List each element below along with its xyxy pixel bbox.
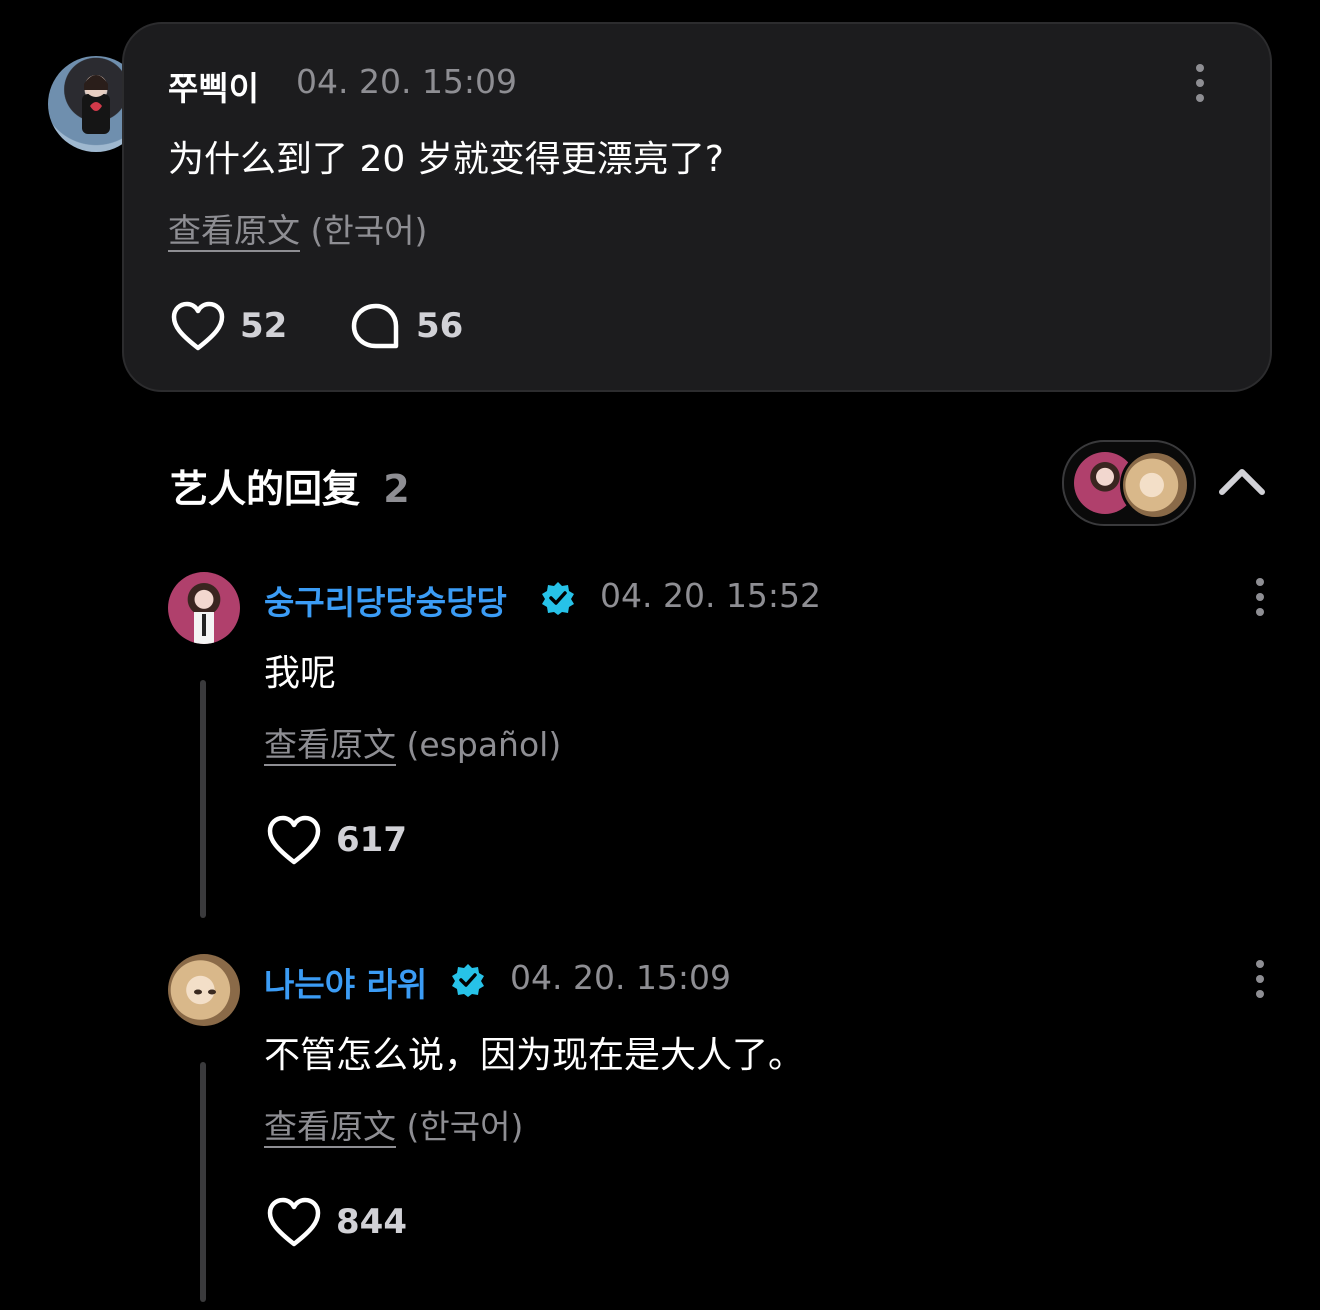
post-more-menu[interactable] — [1194, 64, 1206, 102]
more-dot-icon — [1256, 975, 1264, 983]
original-language-label: (한국어) — [310, 211, 428, 250]
original-language-label: (한국어) — [406, 1107, 524, 1146]
collapse-chevron-up-icon[interactable] — [1216, 462, 1268, 502]
reply-thread-line — [200, 1062, 206, 1302]
reply-timestamp: 04. 20. 15:52 — [600, 576, 822, 615]
more-dot-icon — [1196, 94, 1204, 102]
more-dot-icon — [1196, 79, 1204, 87]
reply-author-avatar[interactable] — [168, 954, 240, 1026]
reply-author-name[interactable]: 숭구리당당숭당당 — [264, 576, 507, 624]
artist-avatar-small — [1120, 450, 1190, 520]
reply-timestamp: 04. 20. 15:09 — [510, 958, 732, 997]
view-original-link[interactable]: 查看原文 — [264, 725, 396, 764]
heart-icon — [267, 815, 321, 865]
artist-replies-header: 艺人的回复 2 — [170, 458, 410, 513]
view-original-link[interactable]: 查看原文 — [168, 211, 300, 250]
reply-more-menu[interactable] — [1254, 960, 1266, 998]
post-comment-count: 56 — [416, 306, 464, 346]
reply-like-button[interactable] — [266, 1196, 322, 1250]
reply-thread-line — [200, 680, 206, 918]
reply-author-avatar[interactable] — [168, 572, 240, 644]
reply-author-name[interactable]: 나는야 라위 — [264, 958, 427, 1006]
reply-text: 我呢 — [264, 653, 337, 694]
heart-icon — [171, 301, 225, 351]
artist-replies-count: 2 — [383, 467, 410, 511]
view-original-link[interactable]: 查看原文 — [264, 1107, 396, 1146]
reply-translate-row: 查看原文 (한국어) — [264, 1100, 523, 1148]
heart-icon — [267, 1197, 321, 1247]
post-author-name[interactable]: 쭈삑이 — [168, 62, 259, 110]
post-like-button[interactable] — [170, 300, 226, 354]
reply-like-count: 844 — [336, 1202, 407, 1242]
post-text: 为什么到了 20 岁就变得更漂亮了? — [168, 139, 724, 180]
more-dot-icon — [1256, 578, 1264, 586]
more-dot-icon — [1256, 990, 1264, 998]
artist-replies-title: 艺人的回复 — [170, 467, 361, 511]
more-dot-icon — [1196, 64, 1204, 72]
post-timestamp: 04. 20. 15:09 — [296, 62, 518, 101]
more-dot-icon — [1256, 608, 1264, 616]
original-language-label: (español) — [406, 725, 562, 764]
more-dot-icon — [1256, 593, 1264, 601]
reply-like-count: 617 — [336, 820, 407, 860]
post-translate-row: 查看原文 (한국어) — [168, 204, 427, 252]
comment-bubble-icon — [351, 303, 399, 349]
reply-more-menu[interactable] — [1254, 578, 1266, 616]
post-comment-button[interactable] — [350, 302, 402, 352]
artist-avatar-stack[interactable] — [1062, 440, 1196, 526]
reply-text: 不管怎么说，因为现在是大人了。 — [264, 1035, 805, 1076]
verified-badge-icon — [540, 580, 576, 616]
verified-badge-icon — [450, 962, 486, 998]
reply-translate-row: 查看原文 (español) — [264, 718, 561, 766]
reply-like-button[interactable] — [266, 814, 322, 868]
post-like-count: 52 — [240, 306, 288, 346]
more-dot-icon — [1256, 960, 1264, 968]
